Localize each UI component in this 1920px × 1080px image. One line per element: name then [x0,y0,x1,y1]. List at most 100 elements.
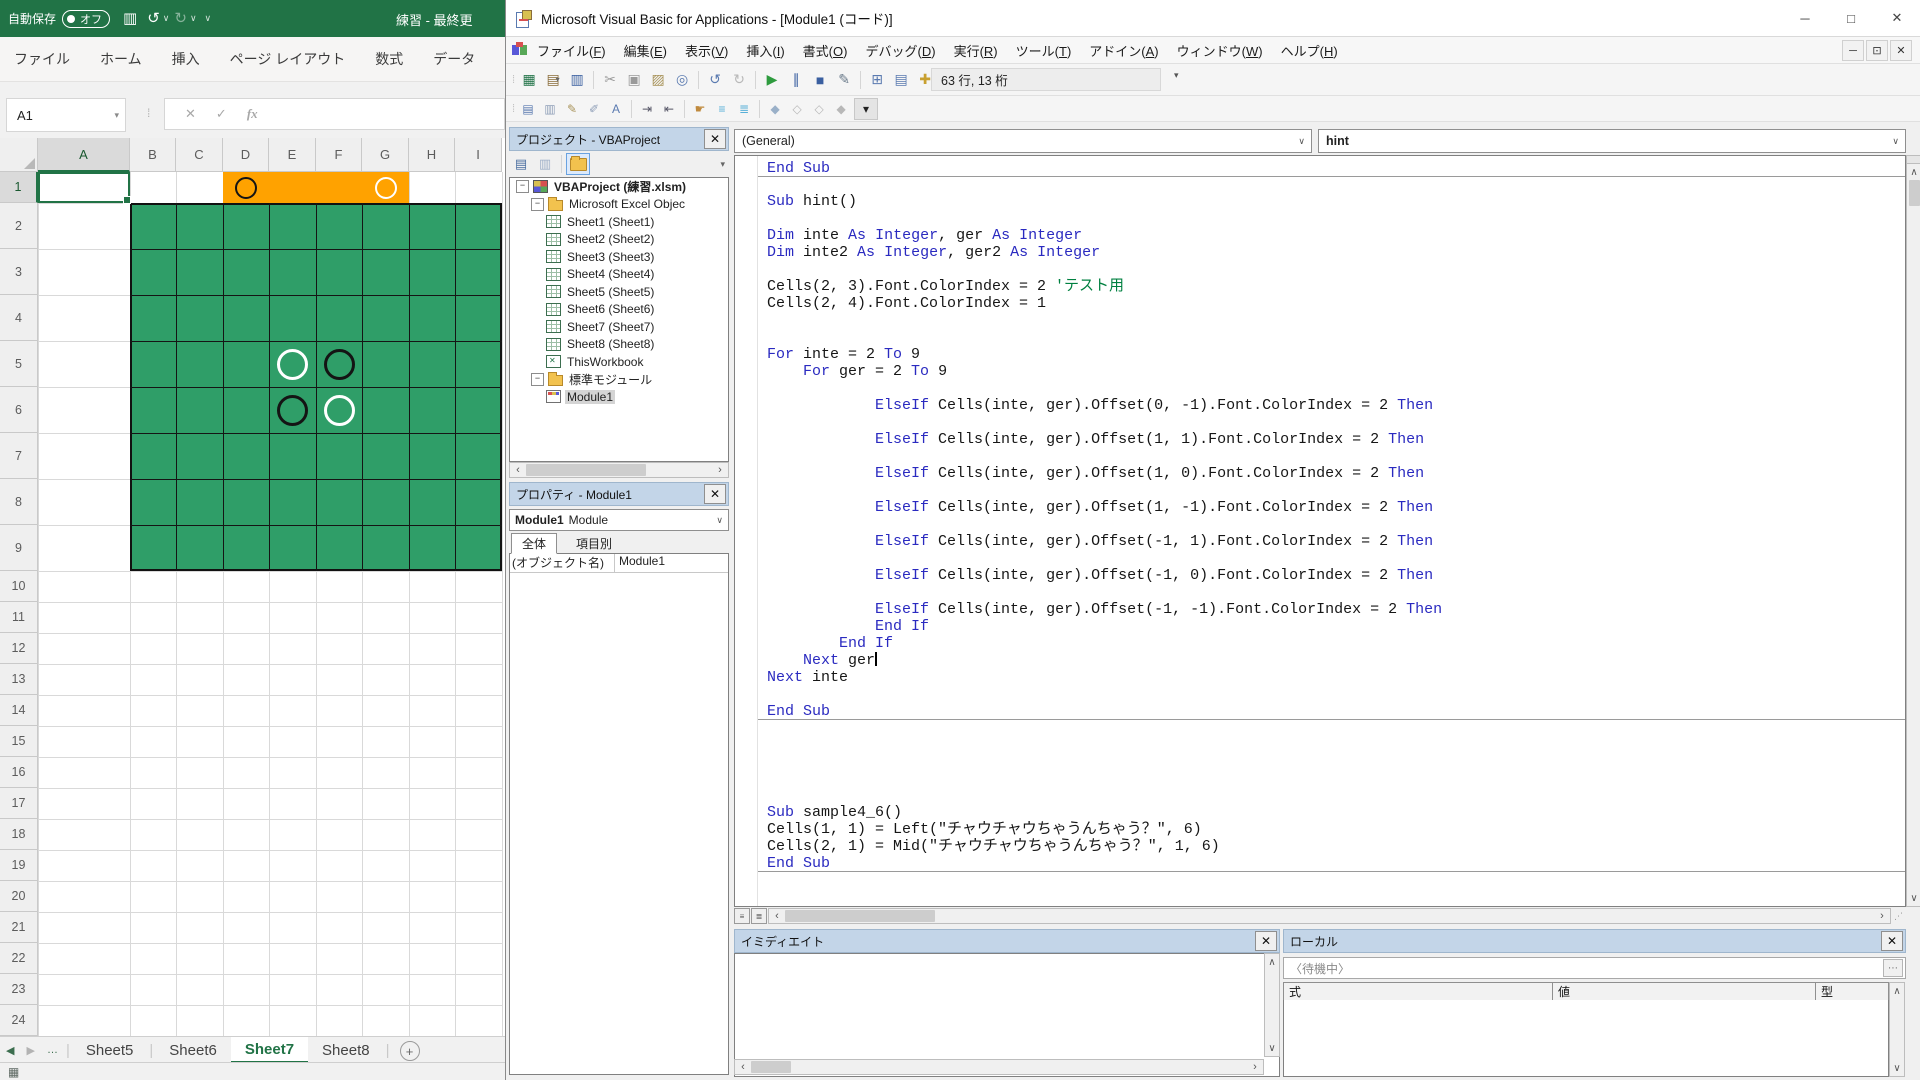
code-line[interactable]: ElseIf Cells(inte, ger).Offset(-1, -1).F… [758,601,1905,618]
scroll-thumb[interactable] [785,910,935,922]
ribbon-tab[interactable]: データ [433,49,475,69]
code-line[interactable]: Cells(2, 1) = Mid("チャウチャウちゃうんちゃう？", 1, 6… [758,838,1905,855]
row-header-17[interactable]: 17 [0,788,38,819]
ribbon-tab[interactable]: 挿入 [172,49,200,69]
code-line[interactable]: For inte = 2 To 9 [758,346,1905,363]
parameter-info-icon[interactable]: ✐ [583,99,605,119]
disc-black[interactable] [235,176,257,199]
enter-icon[interactable]: ✓ [216,106,227,122]
immediate-hscrollbar[interactable]: ‹ › [734,1059,1264,1075]
sheet-tab-Sheet7[interactable]: Sheet7 [230,1037,309,1063]
project-close-icon[interactable]: ✕ [704,129,726,149]
combo-dropdown-icon[interactable]: ∨ [1892,136,1899,147]
row-header-21[interactable]: 21 [0,912,38,943]
menu-実行[interactable]: 実行(R) [945,41,1007,60]
object-combo[interactable]: (General) ∨ [734,129,1312,153]
column-header-A[interactable]: A [38,138,130,172]
child-restore-button[interactable]: ⊡ [1866,40,1888,61]
quick-access-options-icon[interactable]: ∨ [205,13,212,24]
tree-item[interactable]: Sheet8 (Sheet8) [510,336,728,354]
quick-info-icon[interactable]: ✎ [561,99,583,119]
ribbon-tab[interactable]: ページ レイアウト [230,49,346,69]
next-bookmark-icon[interactable]: ◇ [786,99,808,119]
disc-white[interactable] [277,348,308,380]
toggle-folders-icon[interactable] [566,153,590,175]
row-header-4[interactable]: 4 [0,295,38,341]
row-header-8[interactable]: 8 [0,479,38,525]
code-line[interactable]: Dim inte2 As Integer, ger2 As Integer [758,244,1905,261]
code-line[interactable] [758,686,1905,703]
tree-item[interactable]: Sheet7 (Sheet7) [510,318,728,336]
row-header-1[interactable]: 1 [0,172,38,203]
project-panel-options-icon[interactable]: ▾ [720,159,725,170]
undo-dropdown-icon[interactable]: ∨ [163,13,170,24]
code-line[interactable] [758,584,1905,601]
insert-function-icon[interactable]: fx [247,106,258,122]
code-line[interactable]: ElseIf Cells(inte, ger).Offset(-1, 1).Fo… [758,533,1905,550]
code-line[interactable]: End Sub [758,160,1905,177]
row-header-20[interactable]: 20 [0,881,38,912]
code-line[interactable]: ElseIf Cells(inte, ger).Offset(1, 1).Fon… [758,431,1905,448]
complete-word-icon[interactable]: A [605,99,627,119]
design-mode-icon[interactable]: ✎ [832,68,856,92]
toggle-breakpoint-icon[interactable]: ☛ [689,99,711,119]
row-header-6[interactable]: 6 [0,387,38,433]
sheet-nav-left-icon[interactable]: ◀ [0,1037,20,1063]
code-line[interactable] [758,736,1905,753]
code-line[interactable]: Next inte [758,669,1905,686]
column-header-I[interactable]: I [455,138,502,172]
menu-ウィンドウ[interactable]: ウィンドウ(W) [1168,41,1272,60]
tree-item[interactable]: Sheet3 (Sheet3) [510,248,728,266]
code-line[interactable] [758,787,1905,804]
code-line[interactable]: End If [758,635,1905,652]
properties-object-combo[interactable]: Module1 Module ∨ [509,509,729,531]
row-header-12[interactable]: 12 [0,633,38,664]
menu-挿入[interactable]: 挿入(I) [737,41,793,60]
select-all-corner[interactable] [0,138,38,172]
procedure-combo[interactable]: hint ∨ [1318,129,1906,153]
insert-object-icon[interactable]: ▤ ▾ [541,68,565,92]
sheet-overflow-icon[interactable]: … [41,1037,64,1063]
row-header-2[interactable]: 2 [0,203,38,249]
code-hscrollbar[interactable]: ‹ › [768,908,1891,924]
code-line[interactable] [758,329,1905,346]
edit-toolbar-overflow-icon[interactable]: ▾ [854,97,879,120]
column-header-D[interactable]: D [223,138,269,172]
code-line[interactable] [758,261,1905,278]
tree-item[interactable]: − VBAProject (練習.xlsm) [510,178,728,196]
indent-icon[interactable]: ⇥ [636,99,658,119]
code-line[interactable] [758,753,1905,770]
code-line[interactable]: ElseIf Cells(inte, ger).Offset(-1, 0).Fo… [758,567,1905,584]
list-constants-icon[interactable]: ▥ [539,99,561,119]
disc-white[interactable] [374,176,397,199]
menu-ツール[interactable]: ツール(T) [1007,41,1081,60]
code-line[interactable] [758,770,1905,787]
toggle-bookmark-icon[interactable]: ◆ [764,99,786,119]
name-box-dropdown-icon[interactable]: ▾ [114,110,125,121]
properties-window-icon[interactable]: ▤ [889,68,913,92]
maximize-button[interactable]: □ [1828,0,1874,36]
column-header-C[interactable]: C [176,138,223,172]
view-excel-icon[interactable]: ▦ [517,68,541,92]
break-icon[interactable]: ∥ [784,68,808,92]
locals-column-1[interactable]: 値 [1553,982,1816,1001]
row-header-10[interactable]: 10 [0,571,38,602]
row-header-14[interactable]: 14 [0,695,38,726]
locals-vscrollbar[interactable]: ∧ ∨ [1889,982,1905,1077]
code-line[interactable]: ElseIf Cells(inte, ger).Offset(1, 0).Fon… [758,465,1905,482]
menu-ファイル[interactable]: ファイル(F) [528,41,615,60]
prev-bookmark-icon[interactable]: ◇ [808,99,830,119]
code-line[interactable] [758,414,1905,431]
menu-表示[interactable]: 表示(V) [676,41,737,60]
redo-dropdown-icon[interactable]: ∨ [190,13,197,24]
child-minimize-button[interactable]: ─ [1842,40,1864,61]
column-header-G[interactable]: G [362,138,409,172]
tree-item[interactable]: Sheet6 (Sheet6) [510,301,728,319]
comment-block-icon[interactable]: ≡ [711,99,733,119]
tree-item[interactable]: Sheet2 (Sheet2) [510,231,728,249]
code-line[interactable]: ElseIf Cells(inte, ger).Offset(1, -1).Fo… [758,499,1905,516]
outdent-icon[interactable]: ⇤ [658,99,680,119]
code-line[interactable]: Cells(1, 1) = Left("チャウチャウちゃうんちゃう？", 6) [758,821,1905,838]
ribbon-tab[interactable]: ファイル [14,49,70,69]
locals-close-icon[interactable]: ✕ [1881,931,1903,951]
